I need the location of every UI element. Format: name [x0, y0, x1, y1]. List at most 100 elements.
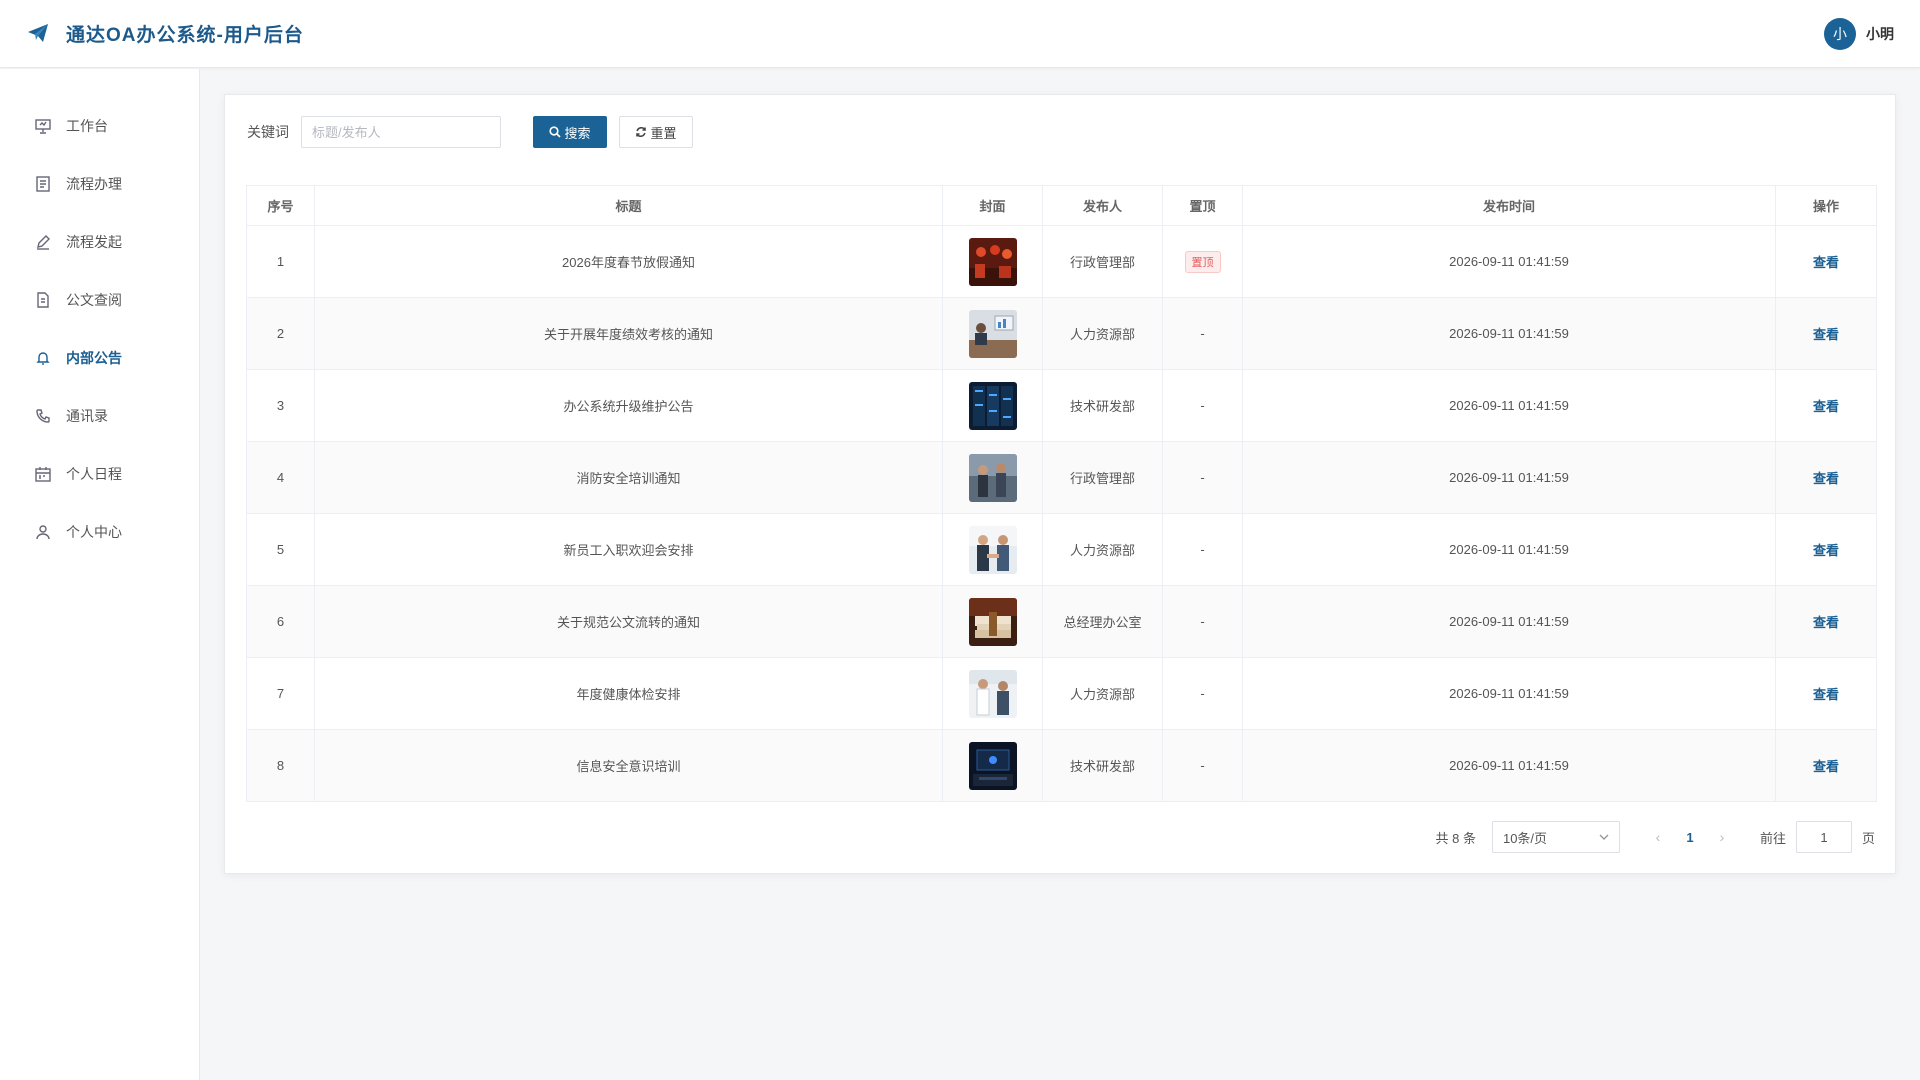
cell-index: 5 [246, 513, 315, 586]
cover-image[interactable] [968, 309, 1017, 358]
cell-cover [942, 225, 1043, 298]
cell-time: 2026-09-11 01:41:59 [1242, 729, 1776, 802]
cell-publisher: 行政管理部 [1042, 441, 1163, 514]
cell-cover [942, 297, 1043, 370]
cell-cover [942, 513, 1043, 586]
cell-index: 3 [246, 369, 315, 442]
sidebar-item-label: 工作台 [66, 118, 108, 134]
sidebar-item-announcements[interactable]: 内部公告 [0, 329, 199, 387]
keyword-label: 关键词 [247, 124, 289, 140]
bell-icon [36, 352, 50, 365]
cover-image[interactable] [968, 381, 1017, 430]
announcement-card: 关键词 搜索 重置 序号 标题 封面 发布人 置顶 发布时 [224, 94, 1896, 874]
page-size-select[interactable]: 10条/页 [1491, 821, 1620, 853]
cell-cover [942, 441, 1043, 514]
pen-icon [37, 235, 50, 250]
sidebar-item-label: 内部公告 [66, 350, 122, 366]
calendar-icon [35, 467, 51, 482]
table-row: 6 关于规范公文流转的通知 总经理办公室 - 2026-09-11 01:41:… [246, 585, 1877, 658]
cell-index: 8 [246, 729, 315, 802]
reset-button[interactable]: 重置 [619, 116, 693, 148]
table-row: 1 2026年度春节放假通知 行政管理部 置顶 2026-09-11 01:41… [246, 225, 1877, 298]
pinned-value: - [1200, 398, 1205, 413]
next-page-button[interactable]: › [1708, 829, 1736, 845]
cover-image[interactable] [968, 237, 1017, 286]
search-button-label: 搜索 [564, 125, 591, 141]
table-row: 8 信息安全意识培训 技术研发部 - 2026-09-11 01:41:59 查… [246, 729, 1877, 802]
cover-image[interactable] [968, 453, 1017, 502]
page-size-value: 10条/页 [1502, 830, 1548, 846]
avatar[interactable]: 小 [1824, 17, 1856, 50]
cell-publisher: 行政管理部 [1042, 225, 1163, 298]
column-header-time: 发布时间 [1242, 185, 1776, 226]
view-link[interactable]: 查看 [1813, 399, 1839, 414]
view-link[interactable]: 查看 [1813, 687, 1839, 702]
cell-cover [942, 585, 1043, 658]
cell-action: 查看 [1775, 513, 1877, 586]
cell-title: 年度健康体检安排 [314, 657, 943, 730]
user-icon [36, 525, 50, 540]
view-link[interactable]: 查看 [1813, 327, 1839, 342]
cell-action: 查看 [1775, 729, 1877, 802]
cover-image[interactable] [968, 741, 1017, 790]
sidebar-item-schedule[interactable]: 个人日程 [0, 445, 199, 503]
table-row: 7 年度健康体检安排 人力资源部 - 2026-09-11 01:41:59 查… [246, 657, 1877, 730]
cell-time: 2026-09-11 01:41:59 [1242, 585, 1776, 658]
cell-index: 4 [246, 441, 315, 514]
cell-time: 2026-09-11 01:41:59 [1242, 657, 1776, 730]
sidebar-item-profile[interactable]: 个人中心 [0, 503, 199, 561]
search-button[interactable]: 搜索 [533, 116, 607, 148]
view-link[interactable]: 查看 [1813, 255, 1839, 270]
document-list-icon [36, 176, 50, 192]
cell-index: 2 [246, 297, 315, 370]
pinned-value: - [1200, 614, 1205, 629]
prev-page-button[interactable]: ‹ [1644, 829, 1672, 845]
view-link[interactable]: 查看 [1813, 615, 1839, 630]
user-name[interactable]: 小明 [1866, 24, 1894, 44]
cell-publisher: 总经理办公室 [1042, 585, 1163, 658]
page-number-current[interactable]: 1 [1672, 830, 1708, 845]
announcement-table: 序号 标题 封面 发布人 置顶 发布时间 操作 1 2026年度春节放假通知 行… [246, 185, 1877, 802]
keyword-input[interactable] [301, 116, 501, 148]
pinned-badge: 置顶 [1184, 250, 1221, 273]
cell-time: 2026-09-11 01:41:59 [1242, 225, 1776, 298]
sidebar-item-workbench[interactable]: 工作台 [0, 97, 199, 155]
cover-image[interactable] [968, 525, 1017, 574]
sidebar-item-contacts[interactable]: 通讯录 [0, 387, 199, 445]
cell-time: 2026-09-11 01:41:59 [1242, 441, 1776, 514]
view-link[interactable]: 查看 [1813, 759, 1839, 774]
cell-title: 信息安全意识培训 [314, 729, 943, 802]
cover-image[interactable] [968, 669, 1017, 718]
cell-pinned: - [1162, 297, 1243, 370]
pagination-total: 共 8 条 [1435, 830, 1476, 846]
view-link[interactable]: 查看 [1813, 543, 1839, 558]
cell-publisher: 技术研发部 [1042, 369, 1163, 442]
cell-time: 2026-09-11 01:41:59 [1242, 297, 1776, 370]
column-header-pinned: 置顶 [1162, 185, 1243, 226]
pinned-value: - [1200, 686, 1205, 701]
refresh-icon [636, 127, 647, 137]
sidebar-item-process-handle[interactable]: 流程办理 [0, 155, 199, 213]
cell-pinned: 置顶 [1162, 225, 1243, 298]
cell-publisher: 人力资源部 [1042, 657, 1163, 730]
cell-action: 查看 [1775, 225, 1877, 298]
cell-title: 消防安全培训通知 [314, 441, 943, 514]
table-row: 4 消防安全培训通知 行政管理部 - 2026-09-11 01:41:59 查… [246, 441, 1877, 514]
cell-pinned: - [1162, 369, 1243, 442]
cover-image[interactable] [968, 597, 1017, 646]
view-link[interactable]: 查看 [1813, 471, 1839, 486]
sidebar-item-documents[interactable]: 公文查阅 [0, 271, 199, 329]
app-title: 通达OA办公系统-用户后台 [66, 25, 304, 46]
brand[interactable]: 通达OA办公系统-用户后台 [26, 20, 304, 47]
column-header-title: 标题 [314, 185, 943, 226]
cell-index: 1 [246, 225, 315, 298]
cell-index: 7 [246, 657, 315, 730]
sidebar-item-label: 个人日程 [66, 466, 122, 482]
table-row: 5 新员工入职欢迎会安排 人力资源部 - 2026-09-11 01:41:59… [246, 513, 1877, 586]
user-menu[interactable]: 小 小明 [1824, 17, 1894, 50]
cell-pinned: - [1162, 513, 1243, 586]
reset-button-label: 重置 [650, 125, 677, 141]
page-unit-label: 页 [1861, 830, 1875, 846]
goto-page-input[interactable] [1795, 821, 1852, 853]
sidebar-item-process-start[interactable]: 流程发起 [0, 213, 199, 271]
